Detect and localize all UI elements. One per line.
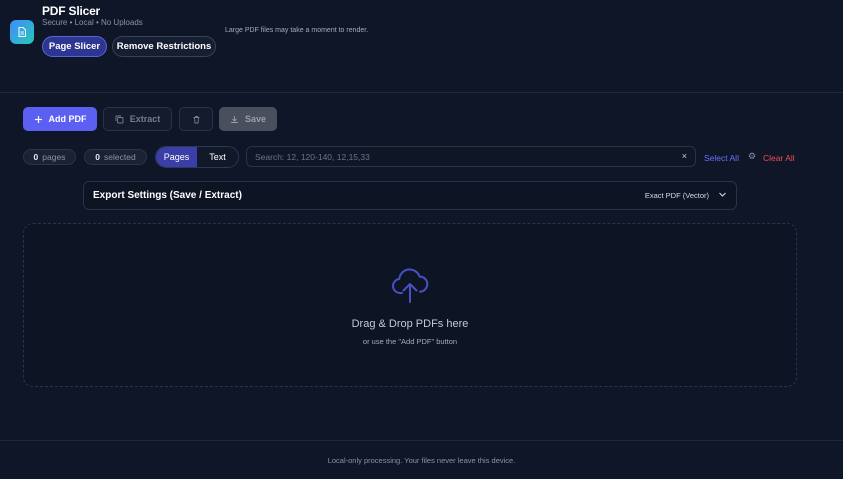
app-title: PDF Slicer <box>42 4 101 18</box>
pages-count-label: pages <box>42 152 66 162</box>
file-icon <box>18 27 26 37</box>
mode-pages-button[interactable]: Pages <box>156 147 197 167</box>
clear-all-link[interactable]: Clear All <box>763 153 795 163</box>
app-subtitle: Secure • Local • No Uploads <box>42 18 143 27</box>
tab-remove-restrictions[interactable]: Remove Restrictions <box>112 36 216 57</box>
download-icon <box>230 115 238 123</box>
export-settings-title: Export Settings (Save / Extract) <box>93 190 242 201</box>
pages-count: 0 <box>33 152 39 162</box>
export-mode-value: Exact PDF (Vector) <box>644 191 709 200</box>
app-logo <box>10 20 34 44</box>
gear-icon[interactable]: ⚙ <box>748 151 756 162</box>
trash-icon <box>193 115 199 123</box>
save-button[interactable]: Save <box>219 107 277 131</box>
footer-text: Local-only processing. Your files never … <box>327 456 516 465</box>
select-all-link[interactable]: Select All <box>704 153 739 163</box>
extract-button[interactable]: Extract <box>103 107 172 131</box>
selected-count-badge: 0 selected <box>84 149 147 165</box>
app-page: PDF Slicer Secure • Local • No Uploads P… <box>0 0 843 479</box>
tab-page-slicer[interactable]: Page Slicer <box>42 36 107 57</box>
clear-search-icon[interactable]: × <box>682 151 687 161</box>
copy-icon <box>115 115 124 123</box>
dropzone-title: Drag & Drop PDFs here <box>351 318 469 330</box>
search-mode-toggle: Pages Text <box>155 146 239 168</box>
dropzone-subtitle: or use the "Add PDF" button <box>362 337 458 346</box>
extract-label: Extract <box>129 114 161 124</box>
save-label: Save <box>244 114 267 124</box>
selected-count: 0 <box>95 152 101 162</box>
plus-icon <box>34 115 42 123</box>
delete-button[interactable] <box>179 107 213 131</box>
cloud-upload-icon <box>392 268 429 303</box>
pages-count-badge: 0 pages <box>23 149 76 165</box>
footer: Local-only processing. Your files never … <box>0 440 843 479</box>
search-input[interactable] <box>247 147 677 166</box>
search-box: × <box>246 146 696 167</box>
mode-text-button[interactable]: Text <box>197 147 238 167</box>
selected-count-label: selected <box>104 152 136 162</box>
pdf-drop-zone[interactable]: Drag & Drop PDFs here or use the "Add PD… <box>23 223 797 387</box>
add-pdf-label: Add PDF <box>48 114 87 124</box>
chevron-down-icon[interactable] <box>718 190 727 199</box>
render-hint: Large PDF files may take a moment to ren… <box>225 27 369 34</box>
add-pdf-button[interactable]: Add PDF <box>23 107 97 131</box>
export-settings-panel[interactable]: Export Settings (Save / Extract) Exact P… <box>83 181 737 210</box>
header: PDF Slicer Secure • Local • No Uploads P… <box>0 0 843 93</box>
